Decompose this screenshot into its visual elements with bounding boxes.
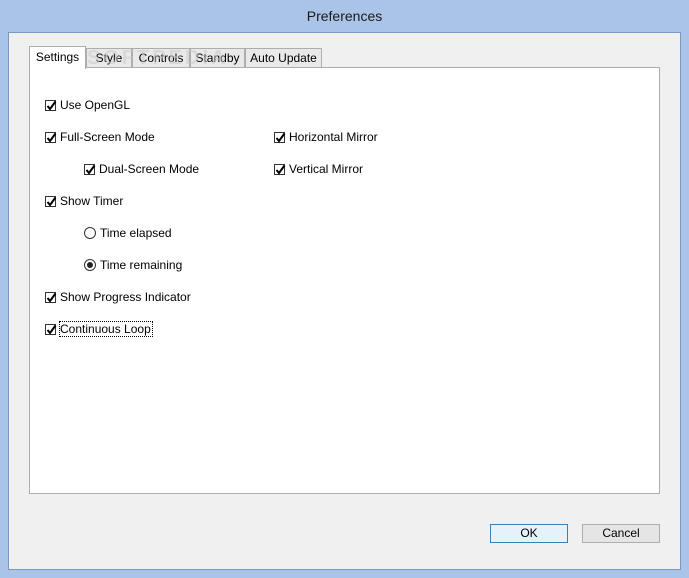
- radio-unselected-icon: [84, 227, 96, 239]
- continuous-loop-checkbox[interactable]: Continuous Loop: [45, 321, 153, 337]
- time-remaining-radio[interactable]: Time remaining: [84, 257, 182, 273]
- dual-screen-mode-checkbox[interactable]: Dual-Screen Mode: [84, 161, 199, 177]
- show-timer-label: Show Timer: [60, 194, 124, 208]
- checkbox-checked-icon: [274, 164, 286, 175]
- tab-auto-update[interactable]: Auto Update: [245, 48, 322, 68]
- horizontal-mirror-label: Horizontal Mirror: [289, 130, 378, 144]
- show-progress-indicator-label: Show Progress Indicator: [60, 290, 191, 304]
- ok-button[interactable]: OK: [490, 524, 568, 543]
- tab-controls[interactable]: Controls: [132, 48, 190, 68]
- full-screen-mode-label: Full-Screen Mode: [60, 130, 155, 144]
- dual-screen-mode-label: Dual-Screen Mode: [99, 162, 200, 176]
- time-elapsed-radio[interactable]: Time elapsed: [84, 225, 172, 241]
- checkbox-checked-icon: [274, 132, 286, 143]
- time-elapsed-label: Time elapsed: [100, 226, 172, 240]
- checkbox-checked-icon: [84, 164, 96, 175]
- show-progress-indicator-checkbox[interactable]: Show Progress Indicator: [45, 289, 191, 305]
- tab-settings[interactable]: Settings: [29, 46, 86, 69]
- preferences-window: Preferences Settings Style Controls Stan…: [0, 0, 689, 578]
- checkbox-checked-icon: [45, 100, 57, 111]
- settings-panel: Use OpenGL Full-Screen Mode Horizontal M…: [29, 67, 660, 494]
- use-opengl-checkbox[interactable]: Use OpenGL: [45, 97, 130, 113]
- checkbox-checked-icon: [45, 324, 57, 335]
- use-opengl-label: Use OpenGL: [60, 98, 131, 112]
- show-timer-checkbox[interactable]: Show Timer: [45, 193, 123, 209]
- radio-selected-icon: [84, 259, 96, 271]
- time-remaining-label: Time remaining: [100, 258, 183, 272]
- vertical-mirror-label: Vertical Mirror: [289, 162, 364, 176]
- continuous-loop-label: Continuous Loop: [59, 321, 153, 337]
- checkbox-checked-icon: [45, 132, 57, 143]
- tab-style[interactable]: Style: [86, 48, 132, 68]
- vertical-mirror-checkbox[interactable]: Vertical Mirror: [274, 161, 363, 177]
- tab-standby[interactable]: Standby: [190, 48, 245, 68]
- full-screen-mode-checkbox[interactable]: Full-Screen Mode: [45, 129, 155, 145]
- cancel-button[interactable]: Cancel: [582, 524, 660, 543]
- horizontal-mirror-checkbox[interactable]: Horizontal Mirror: [274, 129, 378, 145]
- checkbox-checked-icon: [45, 196, 57, 207]
- dialog-client-area: Settings Style Controls Standby Auto Upd…: [8, 32, 681, 570]
- checkbox-checked-icon: [45, 292, 57, 303]
- window-title: Preferences: [306, 8, 383, 24]
